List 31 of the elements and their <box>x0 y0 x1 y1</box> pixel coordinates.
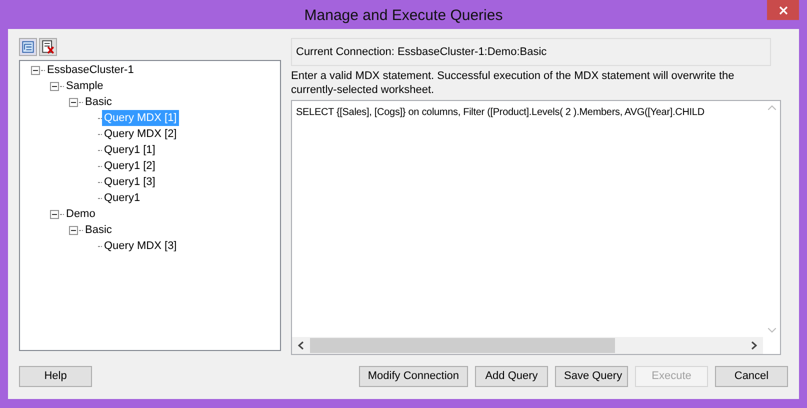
tree-item[interactable]: Query1 <box>102 190 142 206</box>
tree-item[interactable]: Basic <box>83 222 114 238</box>
dialog-button[interactable]: Cancel <box>715 366 788 386</box>
query-text: SELECT {[Sales], [Cogs]} on columns, Filter ([Product].Levels( 2 ).Members, AVG([Year].CHILD <box>296 107 704 118</box>
tree-item[interactable]: Query MDX [3] <box>102 238 179 254</box>
collapse-icon[interactable] <box>69 98 78 106</box>
dialog-button[interactable]: Help <box>19 366 92 386</box>
instructions-text: Enter a valid MDX statement. Successful execution of the MDX statement will overwrite the currently-selected worksheet. <box>291 69 736 97</box>
horizontal-scrollbar[interactable] <box>292 337 763 354</box>
dialog-button[interactable]: Add Query <box>475 366 548 386</box>
dialog-button[interactable]: Save Query <box>555 366 628 386</box>
tree-item[interactable]: Query MDX [2] <box>102 126 179 142</box>
close-button[interactable] <box>767 0 799 20</box>
tree-item[interactable]: Demo <box>64 206 98 222</box>
close-icon <box>778 6 788 14</box>
dialog-button[interactable]: Modify Connection <box>358 366 468 386</box>
collapse-icon[interactable] <box>50 210 59 218</box>
tree-item[interactable]: Basic <box>83 94 114 110</box>
collapse-icon[interactable] <box>50 82 59 90</box>
query-field[interactable]: SELECT {[Sales], [Cogs]} on columns, Filter ([Product].Levels( 2 ).Members, AVG([Year].CHILD <box>291 100 781 355</box>
tree-item[interactable]: EssbaseCluster-1 <box>45 62 136 78</box>
window-title: Manage and Execute Queries <box>304 6 503 26</box>
tree-item[interactable]: Query1 [3] <box>102 174 158 190</box>
delete-icon[interactable] <box>39 38 57 56</box>
connection-label: Current Connection: EssbaseCluster-1:Demo:Basic <box>296 44 547 60</box>
tree-item[interactable]: Sample <box>64 78 106 94</box>
tree-view-icon[interactable] <box>19 38 37 56</box>
tree-item[interactable]: Query1 [2] <box>102 158 158 174</box>
collapse-icon[interactable] <box>69 226 78 234</box>
tree-item[interactable]: Query1 [1] <box>102 142 158 158</box>
collapse-icon[interactable] <box>31 66 40 74</box>
